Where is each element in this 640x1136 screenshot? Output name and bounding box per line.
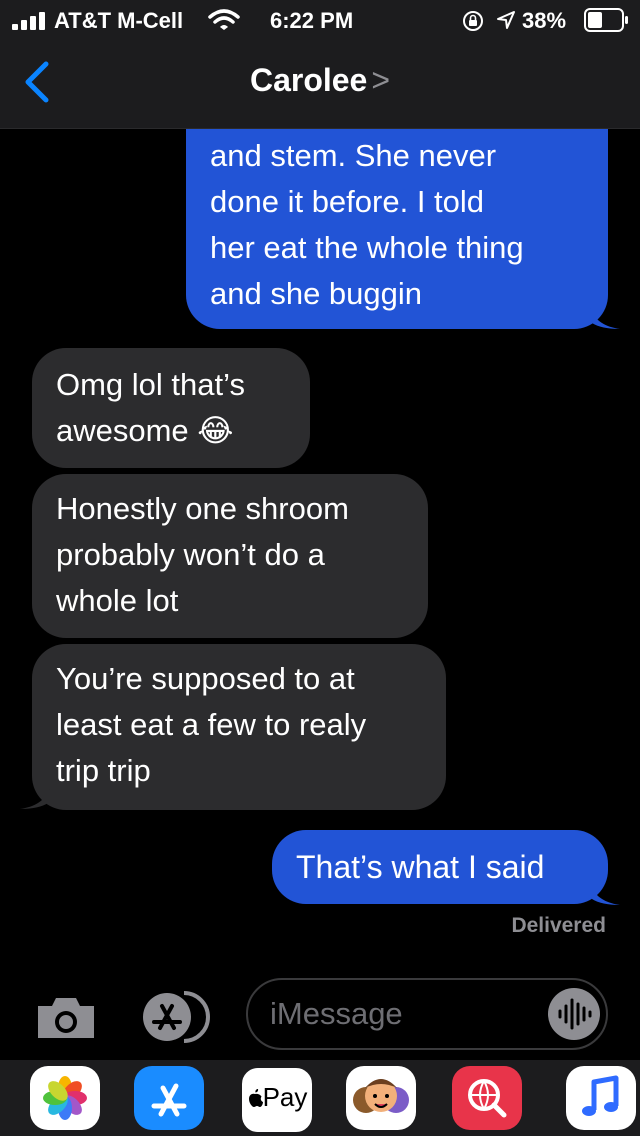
message-line: trip trip — [56, 753, 151, 788]
apple-pay-label: Pay — [262, 1082, 308, 1112]
wifi-icon — [208, 9, 240, 30]
message-line: whole lot — [56, 583, 179, 618]
message-thread[interactable]: and stem. She never done it before. I to… — [0, 129, 640, 959]
bubble-tail-outgoing — [590, 307, 620, 329]
conversation-header: Carolee > — [0, 40, 640, 129]
contact-name: Carolee — [249, 62, 368, 98]
message-line: done it before. I told — [210, 184, 485, 219]
battery-icon — [584, 8, 628, 32]
message-line: probably won’t do a — [56, 537, 325, 572]
orientation-lock-icon — [463, 11, 483, 31]
contact-name-button[interactable]: Carolee > — [0, 62, 640, 99]
message-line: awesome 😂 — [56, 413, 234, 448]
cellular-signal-icon — [12, 12, 45, 30]
carrier-label: AT&T M-Cell — [54, 8, 184, 33]
bubble-tail-incoming — [20, 787, 50, 809]
chevron-right-icon: > — [371, 62, 391, 98]
status-bar: AT&T M-Cell 6:22 PM 38% — [0, 0, 640, 40]
bubble-tail-outgoing — [590, 883, 620, 905]
message-bubble-incoming[interactable]: Omg lol that’s awesome 😂 — [32, 348, 310, 468]
location-arrow-icon — [497, 11, 515, 29]
message-line: That’s what I said — [296, 849, 545, 885]
app-store-a-icon — [151, 1083, 187, 1117]
message-bubble-incoming[interactable]: Honestly one shroom probably won’t do a … — [32, 474, 428, 638]
clock-time: 6:22 PM — [270, 8, 354, 33]
message-line: Honestly one shroom — [56, 491, 349, 526]
message-line: You’re supposed to at — [56, 661, 355, 696]
message-line: her eat the whole thing — [210, 230, 524, 265]
message-line: and stem. She never — [210, 138, 497, 173]
photos-flower-icon — [43, 1076, 87, 1120]
imessage-placeholder: iMessage — [270, 996, 403, 1031]
web-search-app-icon[interactable] — [452, 1066, 522, 1130]
message-bubble-outgoing[interactable]: That’s what I said — [272, 830, 608, 904]
message-bubble-outgoing[interactable]: and stem. She never done it before. I to… — [186, 129, 608, 329]
message-line: and she buggin — [210, 276, 423, 311]
photos-app-icon[interactable] — [30, 1066, 100, 1130]
message-line: Omg lol that’s — [56, 367, 245, 402]
message-bubble-incoming[interactable]: You’re supposed to at least eat a few to… — [32, 644, 446, 810]
memoji-faces-icon — [353, 1079, 409, 1113]
app-store-app-icon[interactable] — [134, 1066, 204, 1130]
delivered-status: Delivered — [511, 914, 606, 937]
music-app-icon[interactable] — [566, 1066, 636, 1130]
camera-icon[interactable] — [34, 994, 98, 1042]
apple-logo-icon — [248, 1089, 263, 1107]
battery-percent: 38% — [522, 8, 567, 33]
apple-pay-app-icon[interactable]: Pay — [240, 1066, 314, 1134]
audio-waveform-icon[interactable] — [544, 984, 604, 1044]
globe-search-icon — [468, 1079, 507, 1118]
music-note-icon — [582, 1075, 619, 1116]
message-line: least eat a few to realy — [56, 707, 367, 742]
memoji-app-icon[interactable] — [346, 1066, 416, 1130]
app-store-apps-icon[interactable] — [138, 988, 214, 1046]
